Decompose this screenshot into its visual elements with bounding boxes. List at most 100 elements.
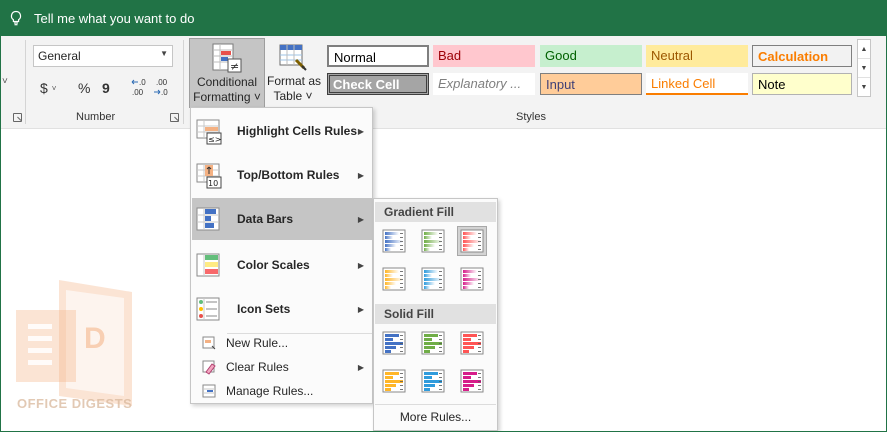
ribbon: ˅ General ▼ $ ˅ % 9 .0 .00 .00 .0 Number… [0, 36, 887, 129]
manage-rules-icon [192, 383, 226, 399]
dollar-icon: $ [40, 80, 48, 96]
menu-item-label: Highlight Cells Rules [237, 124, 358, 138]
number-dialog-launcher[interactable] [170, 113, 179, 122]
conditional-formatting-button[interactable]: ≠ Conditional Formatting ˅ [189, 38, 265, 108]
cell-style-neutral[interactable]: Neutral [646, 45, 748, 67]
cell-style-good[interactable]: Good [540, 45, 642, 67]
scroll-up-icon[interactable]: ▲ [858, 40, 870, 59]
comma-icon: 9 [102, 80, 110, 96]
data-bar-swatch-icon [382, 369, 406, 393]
data-bar-swatch-icon [460, 267, 484, 291]
svg-text:.00: .00 [132, 88, 144, 97]
format-as-table-button[interactable]: Format as Table ˅ [267, 38, 322, 108]
comma-style-button[interactable]: 9 [102, 78, 110, 98]
submenu-arrow-icon: ▶ [357, 362, 364, 372]
number-group-label: Number [76, 111, 116, 123]
chevron-down-icon[interactable]: ˅ [2, 76, 8, 87]
data-bar-swatch-icon [421, 267, 445, 291]
gradient-data-bar-option[interactable] [457, 264, 487, 294]
submenu-arrow-icon: ▶ [357, 260, 364, 270]
menu-item-new-rule[interactable]: New Rule... [192, 331, 372, 355]
data-bar-swatch-icon [421, 369, 445, 393]
solid-data-bar-option[interactable] [379, 328, 409, 358]
number-format-value: General [38, 49, 81, 63]
chevron-down-icon: ▼ [160, 49, 168, 58]
accounting-format-button[interactable]: $ ˅ [40, 78, 56, 98]
cell-style-explanatory[interactable]: Explanatory ... [433, 73, 535, 95]
decrease-decimal-icon: .00 .0 [154, 78, 168, 97]
solid-data-bar-option[interactable] [379, 366, 409, 396]
data-bar-swatch-icon [421, 229, 445, 253]
menu-item-manage-rules[interactable]: Manage Rules... [192, 379, 372, 403]
cell-style-calculation[interactable]: Calculation [752, 45, 852, 67]
styles-group-label: Styles [516, 111, 546, 123]
solid-data-bar-option[interactable] [457, 328, 487, 358]
increase-decimal-icon: .0 .00 [131, 78, 146, 97]
cell-style-normal[interactable]: Normal [327, 45, 429, 67]
color-scales-icon [192, 250, 226, 280]
svg-text:.0: .0 [161, 88, 168, 97]
menu-item-color-scales[interactable]: Color Scales ▶ [192, 244, 372, 286]
icon-sets-icon [192, 294, 226, 324]
submenu-arrow-icon: ▶ [357, 304, 364, 314]
menu-item-label: New Rule... [226, 336, 289, 350]
more-rules-link[interactable]: More Rules... [375, 404, 496, 428]
svg-text:≠: ≠ [230, 60, 239, 73]
format-as-table-label2: Table ˅ [273, 89, 313, 103]
group-separator [183, 40, 184, 124]
styles-gallery-scroll[interactable]: ▲ ▼ ▼ [857, 39, 871, 97]
group-separator [25, 40, 26, 124]
menu-item-label: Icon Sets [237, 302, 291, 316]
cell-style-linked-cell[interactable]: Linked Cell [646, 73, 748, 95]
data-bar-swatch-icon [460, 229, 484, 253]
menu-item-highlight-cells-rules[interactable]: ≤> Highlight Cells Rules ▶ [192, 110, 372, 152]
title-bar: Tell me what you want to do [0, 0, 887, 36]
increase-decimal-button[interactable]: .0 .00 [130, 76, 150, 98]
svg-text:.0: .0 [139, 78, 146, 87]
data-bar-swatch-icon [460, 369, 484, 393]
cell-style-check-cell[interactable]: Check Cell [327, 73, 429, 95]
excel-window: Tell me what you want to do ˅ General ▼ … [0, 0, 887, 432]
alignment-dialog-launcher[interactable] [13, 113, 22, 122]
highlight-cells-icon: ≤> [192, 116, 226, 146]
gradient-data-bar-option[interactable] [379, 226, 409, 256]
cell-style-bad[interactable]: Bad [433, 45, 535, 67]
solid-data-bar-option[interactable] [418, 328, 448, 358]
cell-style-input[interactable]: Input [540, 73, 642, 95]
solid-data-bar-option[interactable] [457, 366, 487, 396]
menu-item-label: Color Scales [237, 258, 310, 272]
data-bar-swatch-icon [382, 331, 406, 355]
data-bar-swatch-icon [382, 229, 406, 253]
cell-style-note[interactable]: Note [752, 73, 852, 95]
clear-rules-icon [192, 359, 226, 375]
tell-me-search[interactable]: Tell me what you want to do [34, 11, 194, 26]
percent-icon: % [78, 80, 91, 96]
conditional-formatting-icon: ≠ [212, 43, 242, 73]
menu-item-icon-sets[interactable]: Icon Sets ▶ [192, 288, 372, 330]
submenu-arrow-icon: ▶ [357, 214, 364, 224]
menu-item-data-bars[interactable]: Data Bars ▶ [192, 198, 372, 240]
menu-item-clear-rules[interactable]: Clear Rules ▶ [192, 355, 372, 379]
format-as-table-label1: Format as [267, 74, 322, 88]
gradient-data-bar-option[interactable] [379, 264, 409, 294]
gallery-more-icon[interactable]: ▼ [858, 78, 870, 97]
gradient-fill-heading: Gradient Fill [375, 202, 496, 222]
watermark-text: OFFICE DIGESTS [17, 396, 133, 411]
menu-item-top-bottom-rules[interactable]: 10 Top/Bottom Rules ▶ [192, 154, 372, 196]
number-format-dropdown[interactable]: General ▼ [33, 45, 173, 67]
gradient-data-bar-option[interactable] [418, 264, 448, 294]
office-digests-logo: D [16, 280, 132, 406]
data-bar-swatch-icon [421, 331, 445, 355]
data-bar-swatch-icon [460, 331, 484, 355]
new-rule-icon [192, 335, 226, 351]
gradient-data-bar-option[interactable] [457, 226, 487, 256]
svg-text:10: 10 [208, 179, 218, 188]
scroll-down-icon[interactable]: ▼ [858, 59, 870, 78]
decrease-decimal-button[interactable]: .00 .0 [152, 76, 172, 98]
percent-style-button[interactable]: % [78, 78, 90, 98]
solid-data-bar-option[interactable] [418, 366, 448, 396]
submenu-arrow-icon: ▶ [357, 126, 364, 136]
menu-item-label: Clear Rules [226, 360, 289, 374]
top-bottom-icon: 10 [192, 160, 226, 190]
gradient-data-bar-option[interactable] [418, 226, 448, 256]
